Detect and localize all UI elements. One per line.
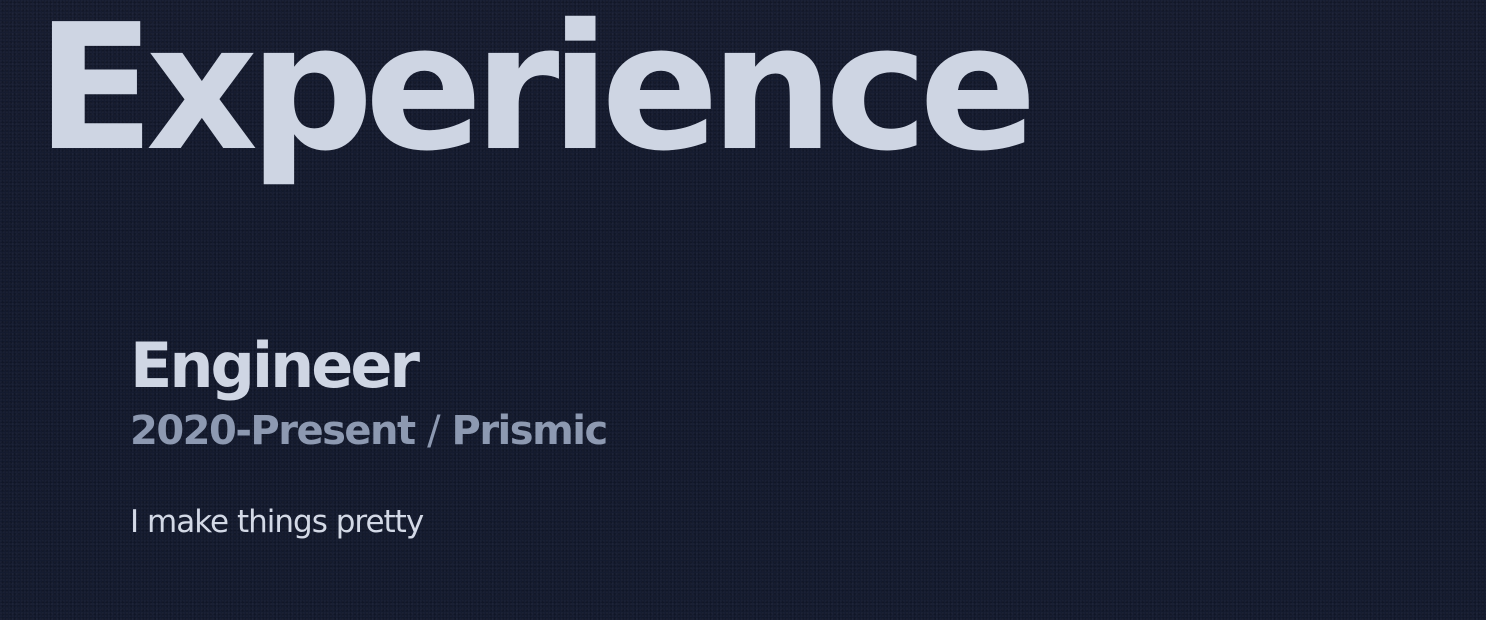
job-period: 2020-Present: [130, 408, 416, 454]
experience-section: Experience Engineer 2020-Present / Prism…: [0, 0, 1486, 620]
company-name: Prismic: [451, 408, 609, 454]
experience-item: Engineer 2020-Present / Prismic I make t…: [130, 328, 1030, 542]
job-title: Engineer: [130, 329, 420, 402]
meta-separator: /: [427, 408, 440, 454]
job-meta: 2020-Present / Prismic: [130, 406, 1030, 456]
section-heading: Experience: [36, 0, 1037, 190]
job-description: I make things pretty: [130, 504, 424, 540]
